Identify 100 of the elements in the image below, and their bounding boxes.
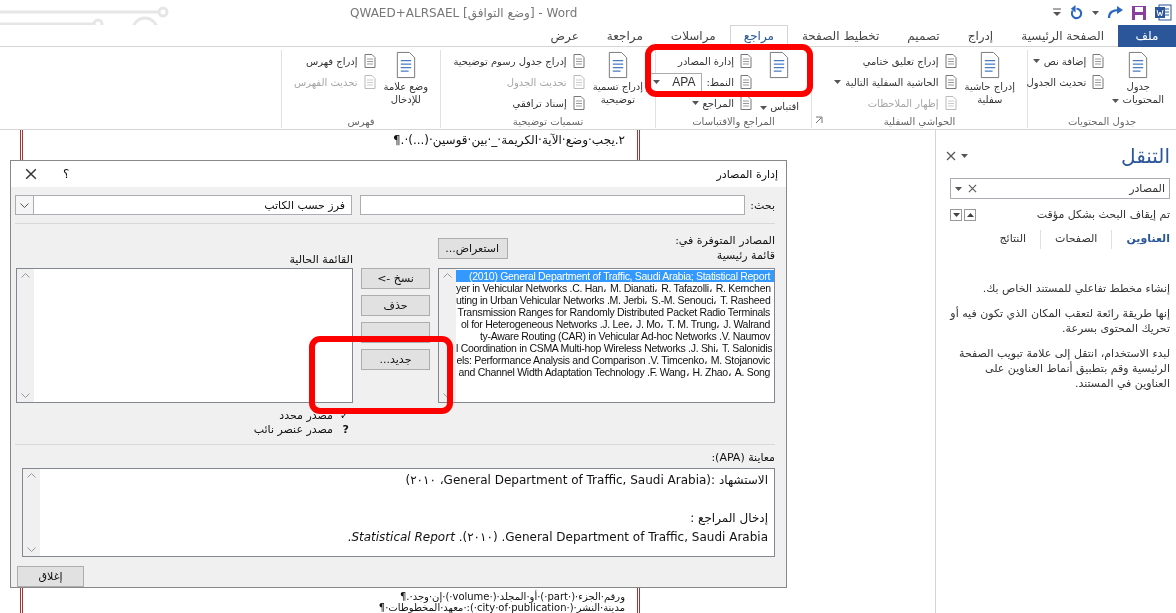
undo-icon[interactable] [1069, 5, 1084, 20]
list-item[interactable]: and Channel Width Adaptation Technology .F. Wang، H. Zhao، A. Song [456, 366, 774, 378]
caret-icon [961, 154, 968, 158]
group-label: فهرس [347, 115, 375, 127]
legend-label: مصدر عنصر نائب [253, 423, 333, 436]
dialog-title: إدارة المصادر [716, 167, 778, 181]
close-icon[interactable] [968, 184, 977, 193]
scroll-up-icon[interactable] [21, 273, 30, 278]
ribbon-button[interactable]: الحاشية السفلية التالية [832, 72, 961, 92]
pane-tab[interactable]: النتائج [985, 230, 1027, 249]
previous-result-button[interactable] [964, 208, 976, 221]
list-item[interactable]: els: Performance Analysis and Comparison .V. Timcenko، M. Stojanovic [456, 354, 774, 366]
ribbon-button[interactable]: إدراج تسمية توضيحية [592, 80, 643, 106]
field-label: معاينة (APA): [710, 451, 775, 464]
ribbon-tab[interactable]: تخطيط الصفحة [787, 25, 894, 47]
launcher-icon[interactable] [815, 116, 823, 124]
ribbon-button[interactable]: المراجع [644, 93, 756, 113]
search-field[interactable] [360, 195, 745, 215]
ribbon-button[interactable]: تحديث الجدول [1024, 72, 1109, 92]
close-icon[interactable] [946, 151, 956, 161]
pane-tab[interactable]: الصفحات [1040, 230, 1098, 249]
help-paragraph: لبدء الاستخدام، انتقل إلى علامة تبويب الصفحة الرئيسية وقم بتطبيق أنماط العناوين على العناوين في المستند. [958, 346, 1170, 391]
source-location: قائمة رئيسية [715, 249, 775, 262]
list-item[interactable]: uting in Urban Vehicular Networks .M. Jerbi، S.-M. Senouci، T. Rasheed [456, 294, 774, 306]
document-icon [1090, 53, 1107, 69]
ribbon-tab[interactable]: الصفحة الرئيسية [1007, 25, 1118, 47]
browse-button[interactable]: استعراض... [438, 238, 508, 259]
scroll-down-icon[interactable] [21, 393, 30, 398]
document-icon [361, 74, 378, 90]
list-item[interactable]: ty-Aware Routing (CAR) in Vehicular Ad-hoc Networks .V. Naumov [456, 330, 774, 342]
document-icon [942, 53, 959, 69]
caret-icon [1032, 59, 1040, 63]
field-label: المصادر المتوفرة في: [675, 234, 775, 247]
close-button[interactable]: إغلاق [17, 566, 84, 587]
legend-label: مصدر محدد [279, 409, 333, 422]
ribbon-button[interactable]: إضافة نص [1024, 51, 1109, 71]
ribbon-button[interactable]: إسناد ترافقي [451, 93, 589, 113]
caret-icon [691, 101, 699, 105]
scrollbar[interactable] [23, 469, 40, 556]
ribbon-tab[interactable]: تصميم [893, 25, 954, 47]
scroll-down-icon[interactable] [27, 547, 36, 552]
ribbon-button[interactable]: إدراج تعليق ختامي [832, 51, 961, 71]
ribbon-button[interactable]: إدارة المصادر [644, 51, 756, 71]
ribbon-button[interactable]: جدول المحتويات [1112, 80, 1164, 106]
pane-tab[interactable]: العناوين [1111, 230, 1170, 249]
document-icon [942, 74, 959, 90]
caret-icon[interactable] [1092, 10, 1099, 15]
ribbon-button[interactable]: إدراج فهرس [292, 51, 380, 71]
document-icon [737, 53, 754, 69]
list-item[interactable]: ol for Heterogeneous Networks .J. Lee، J. Mo، T. M. Trung، J. Walrand [456, 318, 774, 330]
file-tab[interactable]: ملف [1118, 25, 1176, 47]
ribbon-button[interactable]: وضع علامة للإدخال [383, 80, 428, 106]
search-field[interactable]: المصادر [950, 178, 1170, 199]
field-label: القائمة الحالية [288, 253, 353, 268]
document-icon [361, 53, 378, 69]
dialog-button[interactable]: نسخ -> [361, 268, 430, 289]
down-triangle-icon [952, 212, 960, 217]
legend-mark: ? [341, 423, 349, 436]
group-label: المراجع والاقتباسات [692, 115, 775, 127]
style-label: النمط: [706, 76, 734, 88]
document-line: ورقم·الجزء·(·part·)·أو·المجلد·(·volume·)·إن·وجد·.¶ [399, 591, 626, 602]
document-icon [737, 74, 754, 90]
redo-icon[interactable] [1107, 5, 1123, 20]
ribbon-tab[interactable]: إدراج [953, 25, 1008, 47]
list-item[interactable]: Transmission Ranges for Randomly Distributed Packet Radio Terminals [456, 306, 774, 318]
dialog-button[interactable]: جديد... [361, 349, 430, 370]
customize-icon[interactable] [1053, 8, 1061, 17]
document-icon [1090, 74, 1107, 90]
app-icon[interactable] [1155, 4, 1172, 21]
caret-icon [1112, 99, 1120, 103]
caret-icon [955, 186, 962, 191]
list-item[interactable]: l Coordination in CSMA Multi-hop Wireless Networks .J. Shi، T. Salonidis [456, 342, 774, 354]
ribbon-button[interactable]: إدراج جدول رسوم توضيحية [451, 51, 589, 71]
scrollbar[interactable] [17, 269, 34, 402]
list-item[interactable]: yer in Vehicular Networks .C. Han، M. Dianati، R. Tafazolli، R. Kernchen [456, 282, 774, 294]
scroll-up-icon[interactable] [27, 473, 36, 478]
chevron-down-icon [20, 202, 29, 208]
preview-text: الاستشهاد :(General Department of Traffic, Saudi Arabia، ٢٠١٠) [404, 472, 768, 489]
caret-icon [759, 106, 767, 110]
pane-title: التنقل [1121, 144, 1170, 168]
up-triangle-icon [966, 212, 974, 217]
scroll-up-icon[interactable] [443, 273, 452, 278]
caret-icon [653, 80, 661, 84]
next-result-button[interactable] [950, 208, 962, 221]
ribbon-tab[interactable]: مراجعة [592, 25, 657, 47]
save-icon[interactable] [1131, 4, 1147, 21]
document-icon [737, 95, 754, 111]
group-label: جدول المحتويات [1067, 115, 1137, 127]
ribbon-button[interactable]: إدراج حاشية سفلية [964, 80, 1015, 106]
ribbon-tab[interactable]: مراسلات [656, 25, 730, 47]
document-icon [942, 95, 959, 111]
ribbon-button[interactable]: اقتباس [759, 100, 799, 113]
field-label: بحث: [750, 198, 775, 212]
close-icon[interactable] [25, 168, 37, 180]
window-title: QWAED+ALRSAEL [وضع التوافق] - Word [350, 5, 578, 20]
dialog-button[interactable]: حذف [361, 295, 430, 316]
ribbon-tab[interactable]: عرض [536, 25, 593, 47]
help-button[interactable]: ؟ [63, 167, 70, 181]
sort-dropdown[interactable]: فرز حسب الكاتب [15, 195, 352, 215]
preview-text: إدخال المراجع : [689, 510, 768, 527]
